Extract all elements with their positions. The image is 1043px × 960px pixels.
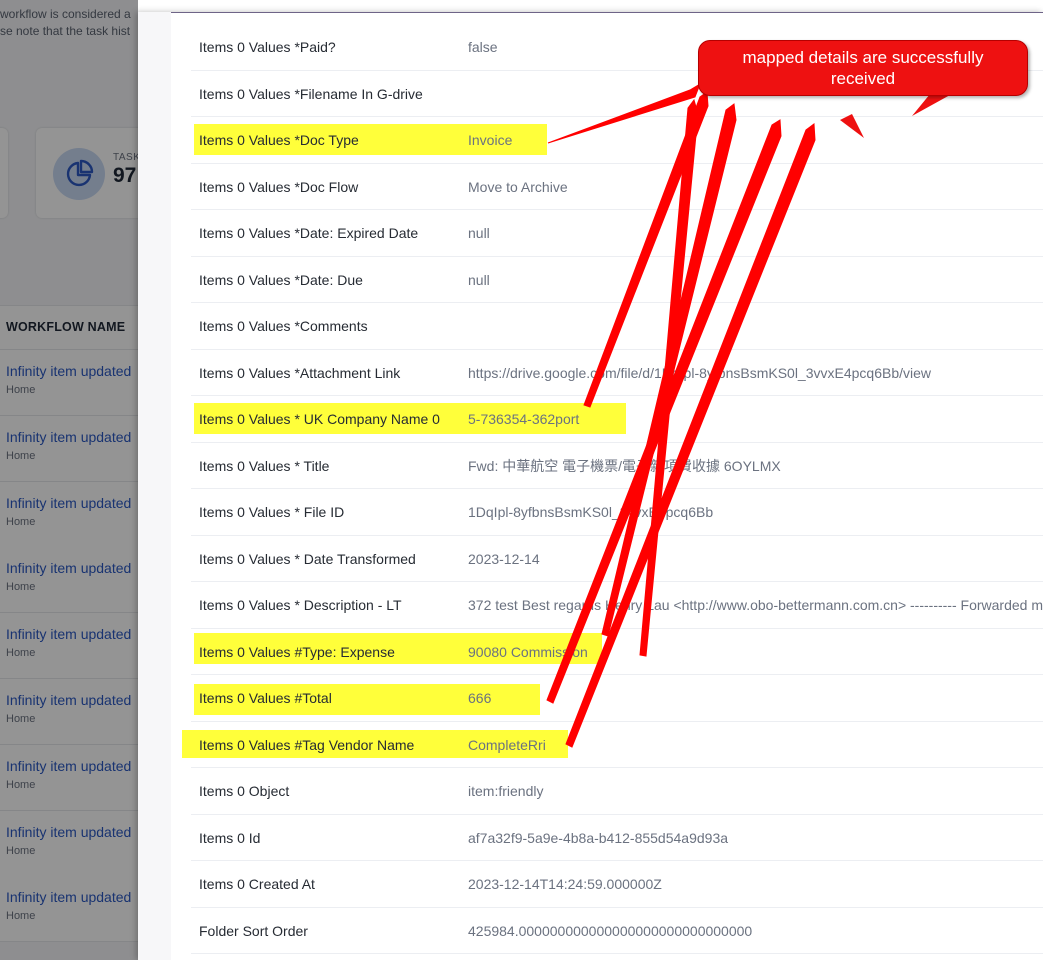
detail-key: Items 0 Values * UK Company Name 0	[199, 411, 440, 427]
detail-row: Items 0 Values *Date: Expired Date null	[191, 210, 1043, 257]
modal-left-gutter	[138, 12, 171, 960]
detail-value: af7a32f9-5a9e-4b8a-b412-855d54a9d93a	[468, 829, 729, 846]
annotation-callout: mapped details are successfully received	[698, 40, 1028, 96]
detail-key: Items 0 Created At	[199, 876, 315, 892]
detail-key: Items 0 Object	[199, 783, 290, 799]
detail-row: Items 0 Object item:friendly	[191, 768, 1043, 815]
detail-row: Items 0 Values * Description - LT 372 te…	[191, 582, 1043, 629]
detail-row: Items 0 Values * File ID 1DqIpl-8yfbnsBs…	[191, 489, 1043, 536]
detail-row: Items 0 Values *Attachment Link https://…	[191, 350, 1043, 396]
detail-key: Items 0 Values *Filename In G-drive	[199, 85, 423, 102]
detail-row: Items 0 Values *Doc Type Invoice	[191, 117, 1043, 164]
detail-row: Items 0 Values #Total 666	[191, 675, 1043, 722]
modal-top-border	[138, 12, 1043, 13]
modal-backdrop[interactable]	[0, 0, 138, 960]
detail-value-link[interactable]: https://drive.google.com/file/d/1DqIpl-8…	[468, 350, 931, 396]
detail-key: Items 0 Values * Title	[199, 457, 330, 474]
detail-row: Folder Sort Order 425984.000000000000000…	[191, 908, 1043, 954]
detail-row: Items 0 Values * Title Fwd: 中華航空 電子機票/電子…	[191, 443, 1043, 489]
detail-key: Items 0 Values #Type: Expense	[199, 643, 395, 660]
detail-key: Items 0 Values *Paid?	[199, 39, 336, 55]
detail-value: 90080 Commission	[468, 643, 588, 660]
detail-key: Items 0 Values * Description - LT	[199, 597, 402, 613]
detail-row: Items 0 Values * Date Transformed 2023-1…	[191, 536, 1043, 582]
detail-key: Items 0 Values #Total	[199, 690, 332, 706]
detail-key: Items 0 Values * Date Transformed	[199, 550, 416, 567]
detail-row: Items 0 Id af7a32f9-5a9e-4b8a-b412-855d5…	[191, 815, 1043, 861]
detail-key: Items 0 Values *Date: Due	[199, 271, 363, 288]
detail-value: Move to Archive	[468, 178, 568, 195]
detail-key: Items 0 Values #Tag Vendor Name	[199, 736, 415, 753]
task-details-modal: Items 0 Values *Paid? false Items 0 Valu…	[138, 12, 1043, 960]
detail-value: 666	[468, 690, 492, 706]
detail-key: Items 0 Values *Date: Expired Date	[199, 225, 419, 241]
detail-row: Items 0 Values *Comments	[191, 303, 1043, 350]
detail-row: Items 0 Values *Date: Due null	[191, 257, 1043, 303]
detail-value: 2023-12-14	[468, 550, 540, 567]
detail-key: Items 0 Values *Doc Flow	[199, 178, 359, 195]
detail-value: 1DqIpl-8yfbnsBsmKS0l_3vvxE4pcq6Bb	[468, 504, 714, 520]
detail-key: Items 0 Values *Doc Type	[199, 132, 359, 148]
detail-value: 425984.000000000000000000000000000000	[468, 922, 753, 939]
detail-value: Fwd: 中華航空 電子機票/電子雜項費收據 6OYLMX	[468, 457, 781, 474]
detail-key: Items 0 Values *Comments	[199, 318, 368, 334]
detail-row: Items 0 Values #Tag Vendor Name Complete…	[191, 722, 1043, 768]
detail-value: null	[468, 225, 490, 241]
detail-row: Items 0 Values #Type: Expense 90080 Comm…	[191, 629, 1043, 675]
detail-value: CompleteRri	[468, 736, 546, 753]
detail-key: Folder Sort Order	[199, 922, 308, 939]
detail-key: Items 0 Id	[199, 829, 261, 846]
detail-row: Items 0 Created At 2023-12-14T14:24:59.0…	[191, 861, 1043, 908]
detail-key: Items 0 Values *Attachment Link	[199, 364, 401, 381]
callout-line-1: mapped details are successfully	[742, 48, 984, 67]
detail-key: Items 0 Values * File ID	[199, 504, 345, 520]
detail-value: Invoice	[468, 132, 513, 148]
detail-value: null	[468, 271, 490, 288]
callout-line-2: received	[830, 69, 896, 88]
detail-value: false	[468, 39, 498, 55]
detail-value: item:friendly	[468, 783, 544, 799]
detail-row: Items 0 Values * UK Company Name 0 5-736…	[191, 396, 1043, 443]
detail-row: Items 0 Values *Doc Flow Move to Archive	[191, 164, 1043, 210]
detail-value: 5-736354-362port	[468, 411, 580, 427]
detail-value: 2023-12-14T14:24:59.000000Z	[468, 876, 662, 892]
detail-value: 372 test Best regards Henry Lau <http://…	[468, 597, 1043, 613]
background-page: workflow is considered a se note that th…	[0, 0, 138, 960]
